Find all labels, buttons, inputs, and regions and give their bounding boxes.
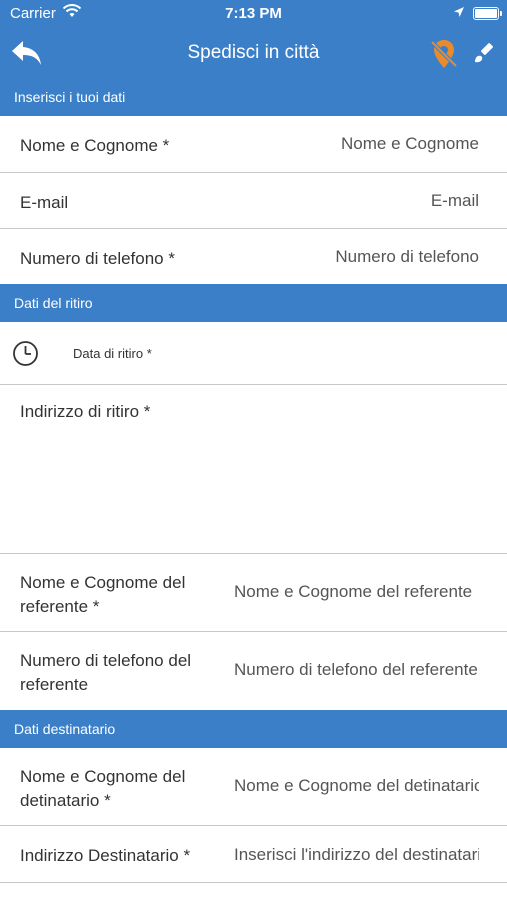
section-header-pickup: Dati del ritiro [0,284,507,322]
recipient-address-row[interactable]: Indirizzo Destinatario * Inserisci l'ind… [0,826,507,883]
recipient-address-label: Indirizzo Destinatario * [20,846,191,865]
phone-input[interactable]: Numero di telefono [279,247,479,267]
email-input[interactable]: E-mail [279,191,479,211]
referent-phone-row[interactable]: Numero di telefono del referente Numero … [0,632,507,710]
recipient-address-input[interactable]: Inserisci l'indirizzo del destinatario [234,845,479,865]
recipient-name-row[interactable]: Nome e Cognome del detinatario * Nome e … [0,748,507,826]
referent-phone-input[interactable]: Numero di telefono del referente [234,660,479,680]
nav-bar: Spedisci in città [0,28,507,78]
clock-time: 7:13 PM [225,5,282,22]
email-field-row[interactable]: E-mail E-mail [0,173,507,229]
name-label: Nome e Cognome * [20,136,170,155]
location-off-icon[interactable] [427,37,461,71]
phone-label: Numero di telefono * [20,249,175,268]
recipient-name-input[interactable]: Nome e Cognome del detinatario [234,776,479,796]
battery-icon [473,7,502,20]
email-label: E-mail [20,193,69,212]
pickup-address-label: Indirizzo di ritiro * [20,402,151,421]
referent-name-row[interactable]: Nome e Cognome del referente * Nome e Co… [0,554,507,632]
referent-phone-label: Numero di telefono del referente [20,651,192,694]
status-bar: Carrier 7:13 PM [0,0,507,28]
name-field-row[interactable]: Nome e Cognome * Nome e Cognome [0,116,507,173]
pickup-date-label: Data di ritiro * [73,346,152,361]
clock-icon [12,340,39,372]
pickup-address-row[interactable]: Indirizzo di ritiro * [0,385,507,554]
referent-name-label: Nome e Cognome del referente * [20,573,186,616]
referent-name-input[interactable]: Nome e Cognome del referente [234,582,479,602]
recipient-name-label: Nome e Cognome del detinatario * [20,767,186,810]
section-header-recipient: Dati destinatario [0,710,507,748]
brush-icon[interactable] [471,40,497,66]
section-header-personal: Inserisci i tuoi dati [0,78,507,116]
location-arrow-icon [453,5,465,22]
pickup-date-row[interactable]: Data di ritiro * [0,322,507,385]
name-input[interactable]: Nome e Cognome [279,134,479,154]
phone-field-row[interactable]: Numero di telefono * Numero di telefono [0,229,507,284]
